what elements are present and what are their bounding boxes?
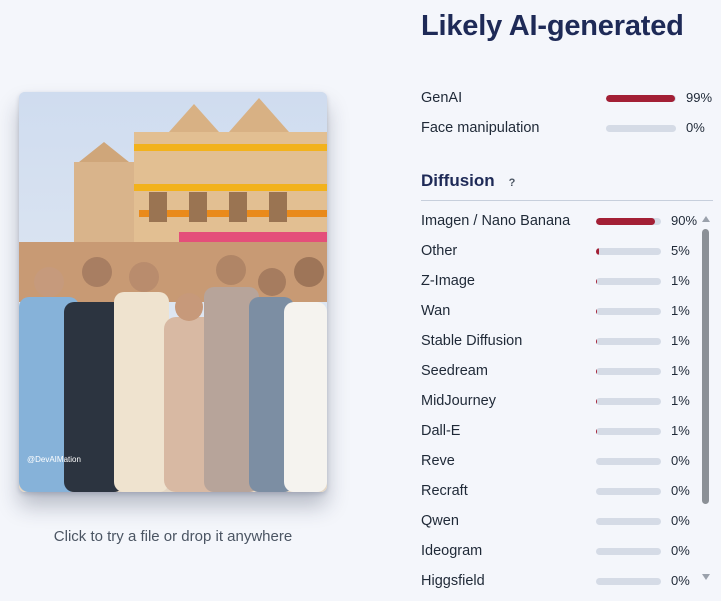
scrollbar[interactable] bbox=[700, 212, 712, 592]
model-label: Imagen / Nano Banana bbox=[421, 213, 571, 229]
group-photo-image: @DevAIMation bbox=[19, 92, 327, 492]
model-percent: 5% bbox=[671, 243, 690, 258]
summary-percent: 0% bbox=[686, 120, 705, 135]
model-label: Other bbox=[421, 243, 458, 259]
summary-label: GenAI bbox=[421, 90, 463, 106]
summary-label: Face manipulation bbox=[421, 120, 540, 136]
model-percent: 1% bbox=[671, 393, 690, 408]
probability-bar-track bbox=[596, 278, 661, 285]
model-label: Ideogram bbox=[421, 543, 483, 559]
probability-bar-track bbox=[596, 578, 661, 585]
probability-bar-track bbox=[596, 428, 661, 435]
uploaded-image-preview[interactable]: @DevAIMation bbox=[19, 92, 327, 492]
probability-bar-track bbox=[606, 125, 676, 132]
probability-bar-fill bbox=[596, 278, 597, 285]
model-percent: 0% bbox=[671, 483, 690, 498]
summary-percent: 99% bbox=[686, 90, 713, 105]
model-percent: 0% bbox=[671, 573, 690, 588]
model-percent: 0% bbox=[671, 513, 690, 528]
probability-bar-track bbox=[596, 308, 661, 315]
diffusion-section-title: Diffusion bbox=[421, 171, 495, 190]
probability-bar-fill bbox=[596, 308, 597, 315]
probability-bar-track bbox=[596, 398, 661, 405]
probability-bar-fill bbox=[596, 398, 597, 405]
probability-bar-track bbox=[596, 518, 661, 525]
model-label: Higgsfield bbox=[421, 573, 485, 589]
probability-bar-fill bbox=[596, 428, 597, 435]
probability-bar-fill bbox=[596, 368, 597, 375]
probability-bar-fill bbox=[596, 218, 655, 225]
probability-bar-track bbox=[606, 95, 676, 102]
model-percent: 90% bbox=[671, 213, 698, 228]
probability-bar-track bbox=[596, 338, 661, 345]
watermark-text: @DevAIMation bbox=[27, 455, 81, 464]
probability-bar-fill bbox=[596, 248, 600, 255]
probability-bar-track bbox=[596, 368, 661, 375]
model-percent: 0% bbox=[671, 453, 690, 468]
model-percent: 1% bbox=[671, 333, 690, 348]
model-percent: 0% bbox=[671, 543, 690, 558]
model-percent: 1% bbox=[671, 423, 690, 438]
section-divider bbox=[421, 200, 713, 201]
model-label: Seedream bbox=[421, 363, 488, 379]
verdict-title: Likely AI-generated bbox=[421, 10, 684, 42]
model-label: Wan bbox=[421, 303, 451, 319]
probability-bar-track bbox=[596, 458, 661, 465]
model-percent: 1% bbox=[671, 273, 690, 288]
probability-bar-fill bbox=[596, 338, 597, 345]
scrollbar-thumb[interactable] bbox=[702, 229, 709, 504]
probability-bar-fill bbox=[606, 95, 676, 102]
probability-bar-track bbox=[596, 248, 661, 255]
drop-hint-text[interactable]: Click to try a file or drop it anywhere bbox=[0, 528, 346, 545]
model-percent: 1% bbox=[671, 303, 690, 318]
model-label: MidJourney bbox=[421, 393, 496, 409]
probability-bar-track bbox=[596, 488, 661, 495]
model-label: Stable Diffusion bbox=[421, 333, 523, 349]
model-label: Reve bbox=[421, 453, 455, 469]
chevron-up-icon[interactable] bbox=[702, 216, 710, 222]
model-percent: 1% bbox=[671, 363, 690, 378]
question-mark-icon[interactable]: ? bbox=[505, 176, 519, 190]
probability-bar-track bbox=[596, 218, 661, 225]
model-label: Dall-E bbox=[421, 423, 461, 439]
model-label: Z-Image bbox=[421, 273, 475, 289]
chevron-down-icon[interactable] bbox=[702, 574, 710, 580]
probability-bar-track bbox=[596, 548, 661, 555]
model-label: Qwen bbox=[421, 513, 459, 529]
model-label: Recraft bbox=[421, 483, 468, 499]
